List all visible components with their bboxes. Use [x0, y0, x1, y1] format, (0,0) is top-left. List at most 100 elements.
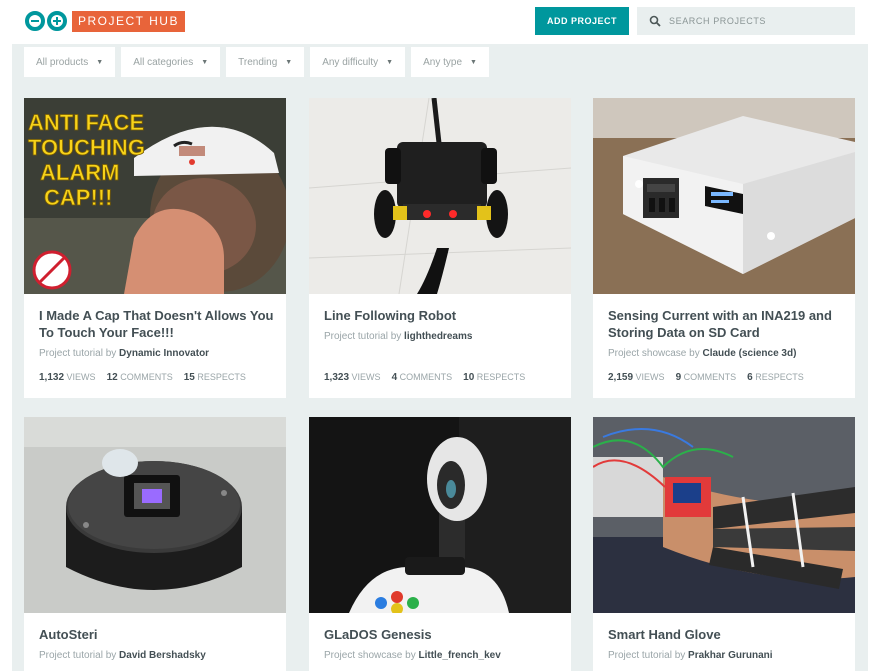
add-project-button[interactable]: ADD PROJECT: [535, 7, 629, 35]
project-title[interactable]: I Made A Cap That Doesn't Allows You To …: [39, 307, 277, 341]
arduino-logo-icon[interactable]: [24, 10, 70, 32]
card-body: GLaDOS Genesis Project showcase by Littl…: [324, 626, 562, 662]
project-title[interactable]: GLaDOS Genesis: [324, 626, 562, 643]
views-count: 1,132: [39, 372, 65, 383]
filter-label: Any difficulty: [322, 56, 379, 68]
caret-down-icon: ▼: [470, 58, 477, 66]
thumb-caption-line: ANTI FACE: [28, 110, 144, 135]
comments-label: COMMENTS: [120, 372, 173, 382]
project-meta: Project tutorial by Dynamic Innovator: [39, 347, 277, 360]
project-title[interactable]: AutoSteri: [39, 626, 277, 643]
respects-count: 6: [747, 372, 753, 383]
project-type: Project tutorial: [608, 650, 672, 661]
respects-count: 10: [463, 372, 475, 383]
project-title[interactable]: Line Following Robot: [324, 307, 562, 324]
project-author[interactable]: Claude (science 3d): [703, 348, 797, 359]
filter-bar: All products ▼ All categories ▼ Trending…: [24, 47, 489, 77]
respects-label: RESPECTS: [197, 372, 246, 382]
project-thumbnail[interactable]: [309, 417, 571, 613]
project-thumbnail[interactable]: [593, 98, 855, 294]
comments-stat: 4 COMMENTS: [392, 372, 453, 383]
card-body: AutoSteri Project tutorial by David Bers…: [39, 626, 277, 662]
thumb-caption-line: ALARM: [40, 160, 119, 185]
project-title[interactable]: Smart Hand Glove: [608, 626, 846, 643]
caret-down-icon: ▼: [386, 58, 394, 66]
filter-label: All categories: [133, 56, 194, 68]
filter-label: Any type: [423, 56, 463, 68]
comments-label: COMMENTS: [399, 372, 453, 382]
by-label: by: [674, 650, 686, 661]
project-card[interactable]: AutoSteri Project tutorial by David Bers…: [24, 417, 286, 671]
project-meta: Project showcase by Little_french_kev: [324, 649, 562, 662]
caret-down-icon: ▼: [96, 58, 104, 66]
thumb-caption-line: CAP!!!: [44, 185, 112, 210]
project-author[interactable]: David Bershadsky: [119, 650, 206, 661]
views-stat: 2,159 VIEWS: [608, 372, 665, 383]
comments-count: 4: [391, 372, 398, 383]
views-label: VIEWS: [351, 372, 381, 382]
main-content: All products ▼ All categories ▼ Trending…: [12, 44, 868, 671]
filter-products[interactable]: All products ▼: [24, 47, 116, 77]
caret-down-icon: ▼: [285, 58, 293, 66]
project-meta: Project tutorial by lighthedreams: [324, 330, 562, 343]
comments-count: 12: [106, 372, 118, 383]
by-label: by: [689, 348, 700, 359]
project-author[interactable]: Little_french_kev: [419, 650, 501, 661]
search-box: [637, 7, 855, 35]
project-card[interactable]: GLaDOS Genesis Project showcase by Littl…: [309, 417, 571, 671]
project-card[interactable]: ANTI FACE TOUCHING ALARM CAP!!! I Made A…: [24, 98, 286, 398]
project-thumbnail[interactable]: [593, 417, 855, 613]
comments-stat: 9 COMMENTS: [676, 372, 737, 383]
comments-stat: 12 COMMENTS: [107, 372, 173, 383]
views-count: 1,323: [324, 372, 350, 383]
views-stat: 1,323 VIEWS: [324, 372, 381, 383]
respects-stat: 6 RESPECTS: [747, 372, 804, 383]
project-type: Project tutorial: [39, 650, 103, 661]
card-body: Line Following Robot Project tutorial by…: [324, 307, 562, 383]
caret-down-icon: ▼: [201, 58, 209, 66]
respects-stat: 15 RESPECTS: [184, 372, 246, 383]
respects-label: RESPECTS: [476, 372, 526, 382]
views-stat: 1,132 VIEWS: [39, 372, 96, 383]
project-card[interactable]: Smart Hand Glove Project tutorial by Pra…: [593, 417, 855, 671]
respects-stat: 10 RESPECTS: [463, 372, 525, 383]
comments-count: 9: [675, 372, 682, 383]
search-input[interactable]: [669, 7, 849, 35]
card-body: Sensing Current with an INA219 and Stori…: [608, 307, 846, 383]
project-card[interactable]: Line Following Robot Project tutorial by…: [309, 98, 571, 398]
respects-count: 15: [183, 372, 195, 383]
project-author[interactable]: Prakhar Gurunani: [688, 650, 772, 661]
thumb-caption-line: TOUCHING: [28, 135, 145, 160]
comments-label: COMMENTS: [683, 372, 737, 382]
project-thumbnail[interactable]: [309, 98, 571, 294]
project-stats: 2,159 VIEWS 9 COMMENTS 6 RESPECTS: [608, 372, 846, 383]
project-thumbnail[interactable]: ANTI FACE TOUCHING ALARM CAP!!!: [24, 98, 286, 294]
filter-label: Trending: [238, 56, 278, 68]
filter-categories[interactable]: All categories ▼: [121, 47, 221, 77]
filter-difficulty[interactable]: Any difficulty ▼: [310, 47, 406, 77]
views-label: VIEWS: [66, 372, 96, 382]
project-meta: Project tutorial by David Bershadsky: [39, 649, 277, 662]
search-icon: [649, 15, 661, 27]
project-stats: 1,132 VIEWS 12 COMMENTS 15 RESPECTS: [39, 372, 277, 383]
by-label: by: [105, 348, 117, 359]
project-hub-brand[interactable]: PROJECT HUB: [72, 11, 185, 32]
project-type: Project showcase: [324, 650, 403, 661]
project-title[interactable]: Sensing Current with an INA219 and Stori…: [608, 307, 846, 341]
card-body: I Made A Cap That Doesn't Allows You To …: [39, 307, 277, 383]
filter-type[interactable]: Any type ▼: [411, 47, 489, 77]
project-stats: 1,323 VIEWS 4 COMMENTS 10 RESPECTS: [324, 372, 562, 383]
by-label: by: [105, 650, 117, 661]
views-label: VIEWS: [635, 372, 665, 382]
project-author[interactable]: Dynamic Innovator: [119, 348, 209, 359]
project-type: Project tutorial: [39, 348, 103, 359]
respects-label: RESPECTS: [755, 372, 804, 382]
project-type: Project showcase: [608, 348, 687, 359]
top-bar: PROJECT HUB ADD PROJECT: [0, 0, 870, 44]
project-thumbnail[interactable]: [24, 417, 286, 613]
project-type: Project tutorial: [324, 331, 388, 342]
project-author[interactable]: lighthedreams: [404, 331, 472, 342]
project-card[interactable]: Sensing Current with an INA219 and Stori…: [593, 98, 855, 398]
filter-sort[interactable]: Trending ▼: [226, 47, 305, 77]
views-count: 2,159: [608, 372, 634, 383]
